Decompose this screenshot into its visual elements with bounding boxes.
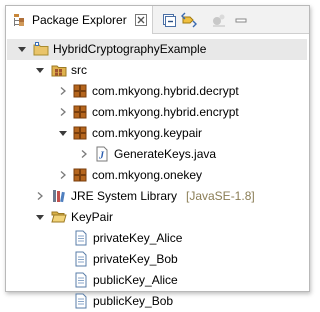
file-icon <box>75 293 87 309</box>
tree-item-file-publickey-alice[interactable]: publicKey_Alice <box>7 270 307 291</box>
file-icon <box>75 251 87 267</box>
java-project-icon <box>33 42 49 56</box>
package-explorer-view: Package Explorer HybridCryptographyExamp… <box>5 5 310 309</box>
file-label: privateKey_Alice <box>93 231 183 245</box>
tree-item-file-privatekey-alice[interactable]: privateKey_Alice <box>7 228 307 249</box>
view-tab-bar: Package Explorer <box>6 6 309 34</box>
chevron-down-icon[interactable] <box>59 129 67 137</box>
tree-item-package-encrypt[interactable]: com.mkyong.hybrid.encrypt <box>7 102 307 123</box>
tree-item-package-decrypt[interactable]: com.mkyong.hybrid.decrypt <box>7 81 307 102</box>
tree-item-package-keypair[interactable]: com.mkyong.keypair <box>7 123 307 144</box>
chevron-down-icon[interactable] <box>36 66 44 74</box>
open-folder-icon <box>51 211 67 223</box>
chevron-down-icon[interactable] <box>36 213 44 221</box>
tree-item-jre-library[interactable]: JRE System Library [JavaSE-1.8] <box>7 186 307 207</box>
tree-item-file-publickey-bob[interactable]: publicKey_Bob <box>7 291 307 312</box>
view-menu-disabled-icon <box>213 14 225 27</box>
chevron-right-icon[interactable] <box>59 108 67 116</box>
file-icon <box>75 230 87 246</box>
library-icon <box>53 190 65 203</box>
package-icon <box>73 105 87 119</box>
jre-label: JRE System Library <box>71 189 178 203</box>
tree-item-project[interactable]: HybridCryptographyExample <box>7 39 307 60</box>
file-icon <box>75 272 87 288</box>
package-icon <box>73 126 87 140</box>
package-label: com.mkyong.hybrid.encrypt <box>92 105 239 119</box>
package-label: com.mkyong.hybrid.decrypt <box>92 84 239 98</box>
package-label: com.mkyong.keypair <box>92 126 203 140</box>
svg-text:J: J <box>98 151 105 162</box>
tab-package-explorer[interactable]: Package Explorer <box>6 6 153 34</box>
project-label: HybridCryptographyExample <box>53 42 207 56</box>
close-icon[interactable] <box>134 13 148 27</box>
package-icon <box>73 84 87 98</box>
tab-title: Package Explorer <box>32 13 127 27</box>
folder-label: KeyPair <box>71 210 114 224</box>
file-label: publicKey_Alice <box>93 273 178 287</box>
package-label: com.mkyong.onekey <box>92 168 203 182</box>
package-icon <box>73 168 87 182</box>
tree-item-file-generatekeys[interactable]: J GenerateKeys.java <box>7 144 307 165</box>
jre-decoration: [JavaSE-1.8] <box>186 189 255 203</box>
tree-item-package-onekey[interactable]: com.mkyong.onekey <box>7 165 307 186</box>
src-label: src <box>71 63 87 77</box>
minimize-icon[interactable] <box>233 12 249 28</box>
collapse-all-icon[interactable] <box>161 12 177 28</box>
chevron-right-icon[interactable] <box>59 87 67 95</box>
tree-item-file-privatekey-bob[interactable]: privateKey_Bob <box>7 249 307 270</box>
source-folder-icon <box>51 65 67 77</box>
chevron-right-icon[interactable] <box>36 192 44 200</box>
chevron-right-icon[interactable] <box>80 150 88 158</box>
link-with-editor-icon[interactable] <box>181 12 197 28</box>
file-label: privateKey_Bob <box>93 252 178 266</box>
file-label: publicKey_Bob <box>93 294 174 308</box>
chevron-down-icon[interactable] <box>18 45 26 53</box>
package-explorer-icon <box>14 14 24 26</box>
java-file-icon: J <box>96 146 108 162</box>
tree-item-src[interactable]: src <box>7 60 307 81</box>
tree-item-folder-keypair[interactable]: KeyPair <box>7 207 307 228</box>
chevron-right-icon[interactable] <box>59 171 67 179</box>
file-label: GenerateKeys.java <box>114 147 217 161</box>
